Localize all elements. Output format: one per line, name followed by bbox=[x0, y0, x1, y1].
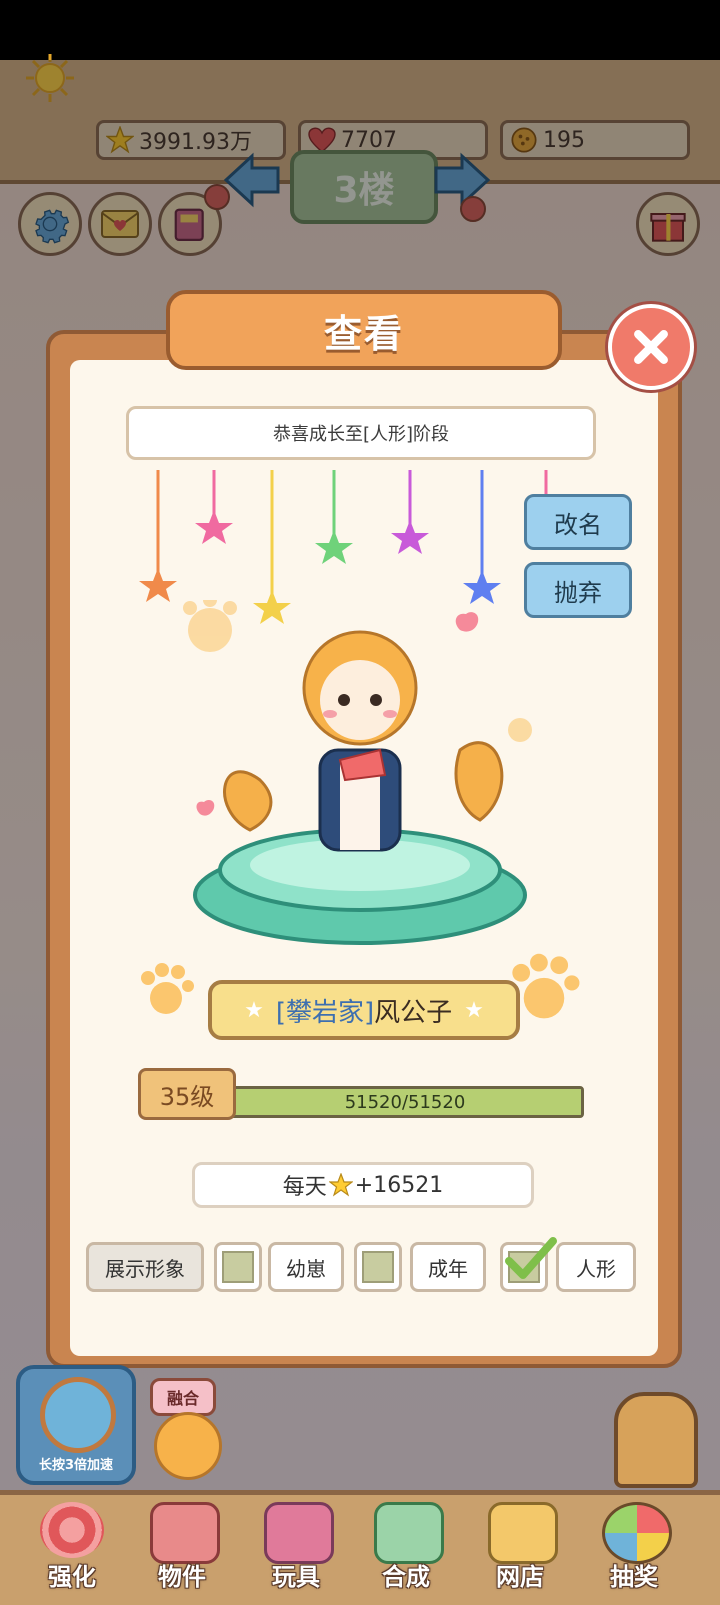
basket-icon bbox=[488, 1502, 558, 1564]
option-baby-checkbox[interactable] bbox=[214, 1242, 262, 1292]
daily-value: +16521 bbox=[354, 1172, 444, 1198]
cards-icon bbox=[374, 1502, 444, 1564]
option-human-checkbox[interactable] bbox=[500, 1237, 557, 1292]
star-icon bbox=[328, 1173, 353, 1197]
exp-text: 51520/51520 bbox=[344, 1091, 466, 1113]
close-button[interactable] bbox=[608, 304, 694, 390]
lollipop-icon bbox=[40, 1502, 104, 1558]
exit-door-button[interactable] bbox=[614, 1392, 698, 1488]
paw-decoration bbox=[141, 963, 194, 1014]
nav-label: 玩具 bbox=[272, 1563, 320, 1591]
exp-bar: 51520/51520 bbox=[226, 1086, 584, 1118]
checkbox-box bbox=[222, 1251, 254, 1283]
wheel-icon bbox=[602, 1502, 672, 1564]
close-icon bbox=[634, 330, 668, 364]
nav-items[interactable]: 物件 bbox=[132, 1498, 232, 1598]
discard-button[interactable]: 抛弃 bbox=[524, 562, 632, 618]
character-portrait bbox=[183, 600, 532, 945]
nav-lottery[interactable]: 抽奖 bbox=[584, 1498, 684, 1598]
nav-label: 抽奖 bbox=[610, 1563, 658, 1591]
daily-label: 每天 bbox=[282, 1175, 327, 1200]
option-human-label[interactable]: 人形 bbox=[556, 1242, 636, 1292]
star-icon: ★ bbox=[464, 997, 484, 1023]
daily-income: 每天 +16521 bbox=[192, 1162, 534, 1208]
checkmark-icon bbox=[505, 1237, 557, 1279]
toy-house-icon bbox=[264, 1502, 334, 1564]
title-tag: [攀岩家] bbox=[275, 997, 375, 1028]
speed-up-label: 长按3倍加速 bbox=[38, 1458, 114, 1473]
nav-shop[interactable]: 网店 bbox=[470, 1498, 570, 1598]
nav-enhance[interactable]: 强化 bbox=[22, 1498, 122, 1598]
option-baby-label[interactable]: 幼崽 bbox=[268, 1242, 344, 1292]
fusion-button[interactable]: 融合 bbox=[150, 1378, 224, 1480]
nav-label: 网店 bbox=[496, 1563, 544, 1591]
fusion-badge: 融合 bbox=[150, 1378, 216, 1416]
dialog-title: 查看 bbox=[166, 290, 562, 370]
avatar bbox=[154, 1412, 222, 1480]
nav-combine[interactable]: 合成 bbox=[356, 1498, 456, 1598]
nav-label: 合成 bbox=[382, 1563, 430, 1591]
display-appearance-label: 展示形象 bbox=[86, 1242, 204, 1292]
nav-label: 强化 bbox=[48, 1563, 96, 1591]
character-name-box: ★ [攀岩家] 风公子 ★ bbox=[208, 980, 520, 1040]
growth-message: 恭喜成长至[人形]阶段 bbox=[126, 406, 596, 460]
character-name: 风公子 bbox=[374, 997, 453, 1028]
option-adult-label[interactable]: 成年 bbox=[410, 1242, 486, 1292]
nav-label: 物件 bbox=[158, 1563, 206, 1591]
status-bar bbox=[0, 0, 720, 60]
rename-button[interactable]: 改名 bbox=[524, 494, 632, 550]
option-adult-checkbox[interactable] bbox=[354, 1242, 402, 1292]
level-badge: 35级 bbox=[138, 1068, 236, 1120]
piano-icon bbox=[150, 1502, 220, 1564]
nav-toys[interactable]: 玩具 bbox=[246, 1498, 346, 1598]
speed-up-button[interactable]: 长按3倍加速 bbox=[16, 1365, 136, 1485]
clock-icon bbox=[40, 1377, 116, 1453]
checkbox-box bbox=[362, 1251, 394, 1283]
star-icon: ★ bbox=[244, 997, 264, 1023]
